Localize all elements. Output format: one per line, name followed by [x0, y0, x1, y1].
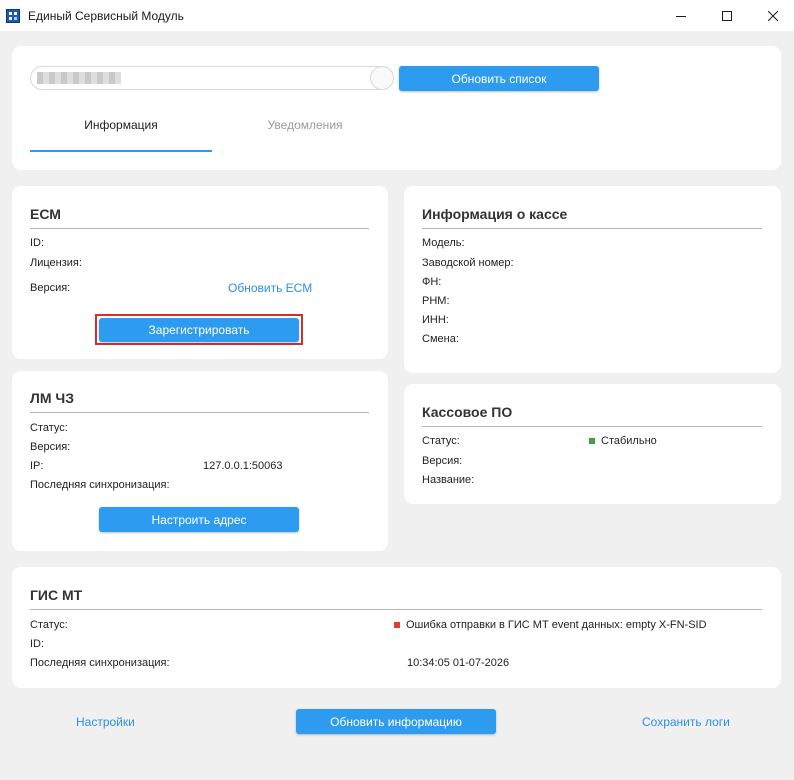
main-content: Обновить список Информация Уведомления Е…	[0, 32, 794, 780]
maximize-button[interactable]	[704, 0, 750, 32]
ecm-license-label: Лицензия:	[30, 257, 82, 269]
ecm-id-label: ID:	[30, 237, 45, 249]
maximize-icon	[722, 11, 732, 21]
minimize-icon	[676, 16, 686, 17]
lm-last-sync-label: Последняя синхронизация:	[30, 479, 170, 491]
ecm-version-label: Версия:	[30, 282, 71, 294]
refresh-list-button[interactable]: Обновить список	[399, 66, 599, 91]
tab-information-label: Информация	[84, 118, 158, 132]
pos-software-title: Кассовое ПО	[422, 404, 513, 420]
rnm-label: РНМ:	[422, 295, 450, 307]
select-handle[interactable]	[370, 66, 394, 90]
lm-version-label: Версия:	[30, 441, 71, 453]
header-card: Обновить список Информация Уведомления	[12, 46, 781, 170]
tab-information[interactable]: Информация	[30, 118, 212, 152]
tab-notifications-label: Уведомления	[267, 118, 343, 132]
lm-chz-title: ЛМ ЧЗ	[30, 390, 74, 406]
window-title: Единый Сервисный Модуль	[28, 9, 184, 23]
pos-software-divider	[422, 426, 762, 427]
lm-chz-card: ЛМ ЧЗ Статус: Версия: IP: 127.0.0.1:5006…	[12, 371, 388, 551]
pos-software-card: Кассовое ПО Статус: Стабильно Версия: На…	[404, 384, 781, 504]
ecm-title: ЕСМ	[30, 206, 61, 222]
gis-status-label: Статус:	[30, 619, 68, 631]
gis-id-label: ID:	[30, 638, 45, 650]
update-info-button[interactable]: Обновить информацию	[296, 709, 496, 734]
status-ok-icon	[589, 438, 595, 444]
inn-label: ИНН:	[422, 314, 449, 326]
pos-status-value: Стабильно	[601, 435, 657, 447]
gis-status-value: Ошибка отправки в ГИС МТ event данных: e…	[406, 619, 707, 631]
redacted-device-name	[37, 72, 121, 84]
model-label: Модель:	[422, 237, 465, 249]
pos-status-label: Статус:	[422, 435, 460, 447]
lm-chz-divider	[30, 412, 369, 413]
register-info-card: Информация о кассе Модель: Заводской ном…	[404, 186, 781, 373]
lm-ip-label: IP:	[30, 460, 44, 472]
pos-name-label: Название:	[422, 474, 475, 486]
tab-notifications[interactable]: Уведомления	[214, 118, 396, 152]
shift-label: Смена:	[422, 333, 459, 345]
lm-status-label: Статус:	[30, 422, 68, 434]
settings-link[interactable]: Настройки	[76, 715, 135, 729]
ecm-card: ЕСМ ID: Лицензия: Версия: Обновить ЕСМ З…	[12, 186, 388, 359]
configure-address-button[interactable]: Настроить адрес	[99, 507, 299, 532]
minimize-button[interactable]	[658, 0, 704, 32]
gis-mt-divider	[30, 609, 762, 610]
app-logo-icon	[6, 9, 20, 23]
close-button[interactable]	[750, 0, 794, 32]
update-ecm-link[interactable]: Обновить ЕСМ	[228, 281, 312, 295]
pos-version-label: Версия:	[422, 455, 463, 467]
device-select-input[interactable]	[30, 66, 394, 90]
title-bar: Единый Сервисный Модуль	[0, 0, 794, 32]
register-info-title: Информация о кассе	[422, 206, 568, 222]
register-button[interactable]: Зарегистрировать	[99, 318, 299, 342]
fn-label: ФН:	[422, 276, 442, 288]
gis-last-sync-value: 10:34:05 01-07-2026	[407, 657, 510, 669]
gis-mt-card: ГИС МТ Статус: Ошибка отправки в ГИС МТ …	[12, 567, 781, 688]
gis-last-sync-label: Последняя синхронизация:	[30, 657, 170, 669]
save-logs-link[interactable]: Сохранить логи	[642, 715, 730, 729]
serial-number-label: Заводской номер:	[422, 257, 514, 269]
gis-mt-title: ГИС МТ	[30, 587, 83, 603]
ecm-divider	[30, 228, 369, 229]
close-icon	[768, 11, 778, 21]
register-info-divider	[422, 228, 762, 229]
lm-ip-value: 127.0.0.1:50063	[203, 460, 283, 472]
status-error-icon	[394, 622, 400, 628]
